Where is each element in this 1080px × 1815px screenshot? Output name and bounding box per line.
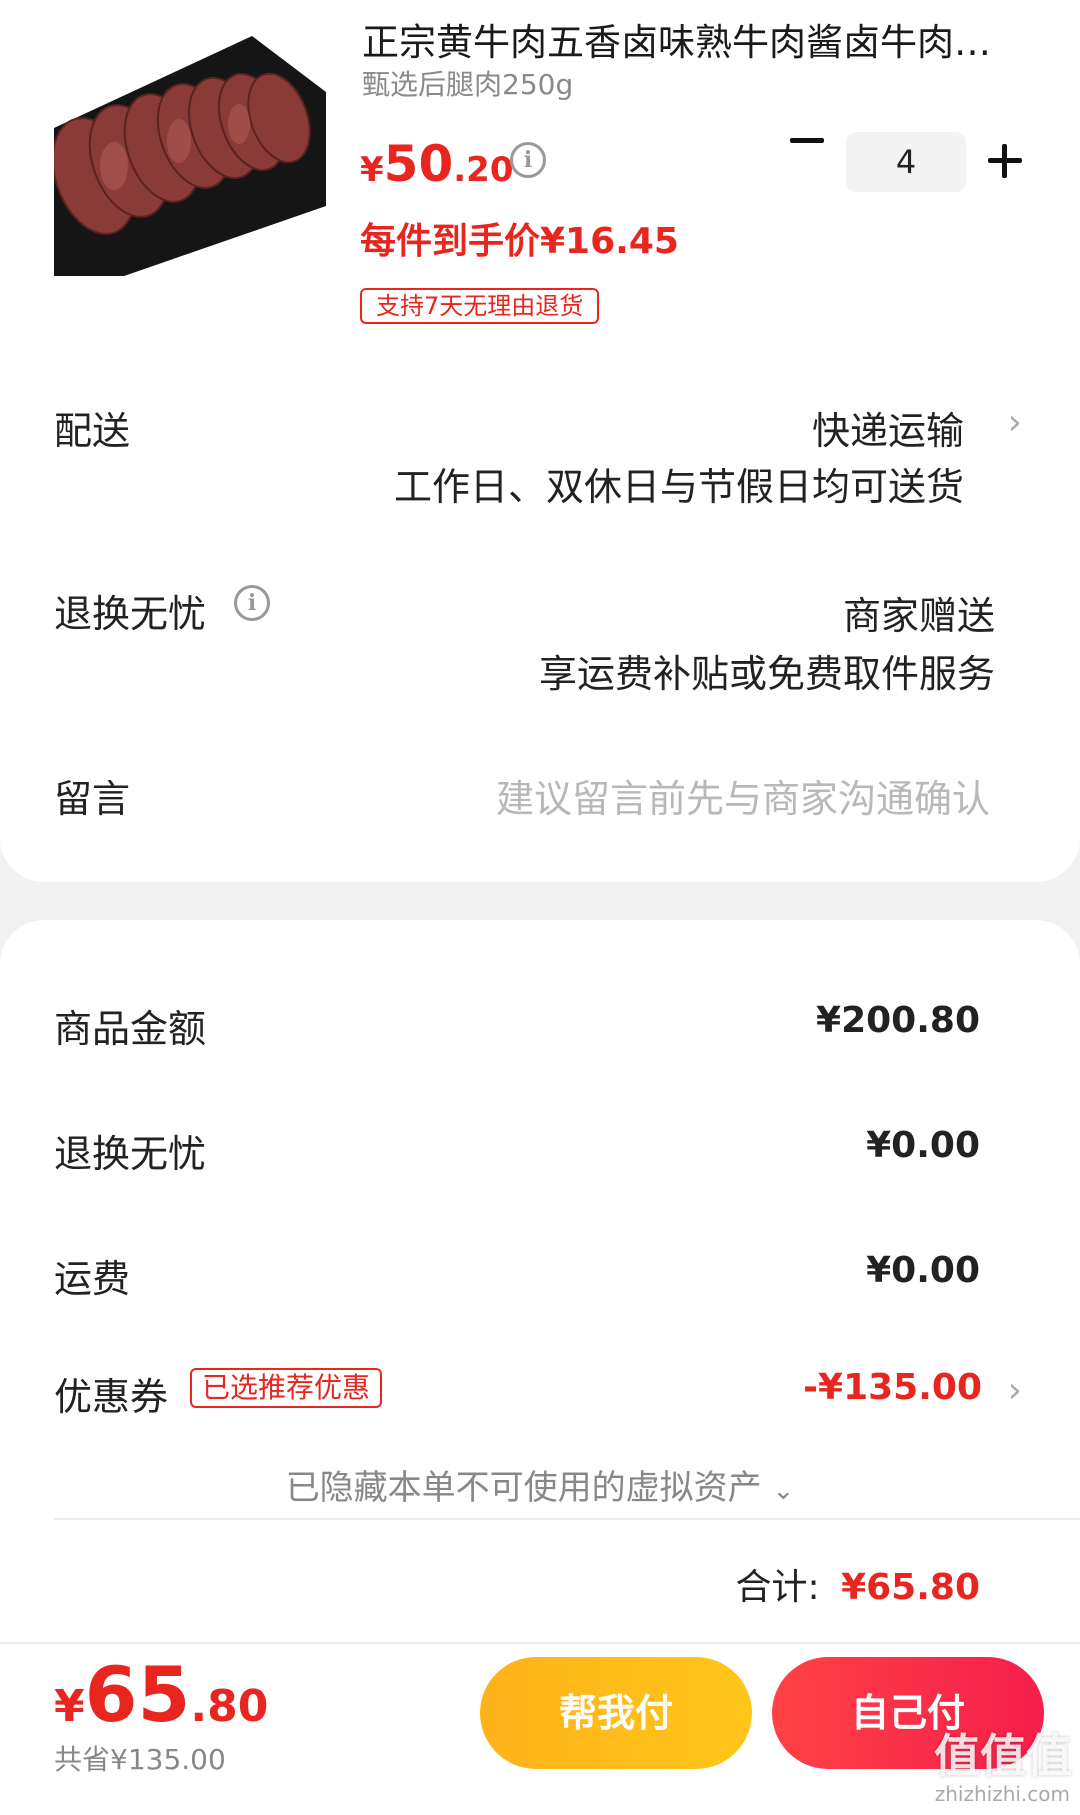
watermark-logo: 值值值	[934, 1729, 1072, 1783]
bottom-total-price: ¥65.80	[54, 1650, 268, 1739]
increase-quantity-button[interactable]	[988, 144, 1022, 178]
chevron-right-icon[interactable]: ›	[1008, 402, 1022, 443]
return-worry-label: 退换无忧	[54, 592, 207, 636]
coupon-value[interactable]: -¥135.00	[803, 1367, 982, 1408]
return-fee-value: ¥0.00	[866, 1125, 980, 1166]
hidden-assets-text: 已隐藏本单不可使用的虚拟资产	[285, 1468, 762, 1508]
product-title[interactable]: 正宗黄牛肉五香卤味熟牛肉酱卤牛肉…	[362, 12, 1022, 66]
message-label: 留言	[54, 777, 131, 821]
coupon-tag: 已选推荐优惠	[190, 1368, 383, 1408]
product-image[interactable]	[54, 36, 326, 276]
bottom-price-symbol: ¥	[54, 1681, 85, 1732]
shipping-label: 运费	[54, 1257, 131, 1301]
total-label: 合计:	[735, 1567, 820, 1608]
price-info-icon[interactable]: i	[510, 142, 546, 178]
summary-divider	[54, 1518, 1080, 1520]
return-worry-info-icon[interactable]: i	[234, 585, 270, 621]
shipping-value: ¥0.00	[866, 1250, 980, 1291]
watermark-url: zhizhizhi.com	[934, 1782, 1070, 1806]
product-price: ¥50.20	[360, 135, 514, 193]
hidden-assets-toggle[interactable]: 已隐藏本单不可使用的虚拟资产 ⌄	[0, 1460, 1080, 1509]
chevron-down-icon: ⌄	[772, 1476, 795, 1506]
return-policy-tag: 支持7天无理由退货	[360, 288, 600, 324]
help-me-pay-button[interactable]: 帮我付	[480, 1657, 752, 1769]
price-integer: 50	[383, 135, 454, 193]
return-fee-label: 退换无忧	[54, 1132, 207, 1176]
return-worry-value: 商家赠送	[842, 594, 995, 638]
bottom-price-integer: 65	[84, 1650, 191, 1739]
delivery-label: 配送	[54, 409, 131, 453]
saved-amount: 共省¥135.00	[54, 1743, 226, 1776]
total-row: 合计: ¥65.80	[735, 1558, 980, 1610]
return-worry-note: 享运费补贴或免费取件服务	[538, 652, 995, 696]
decrease-quantity-button[interactable]	[790, 138, 824, 143]
goods-amount-label: 商品金额	[54, 1007, 207, 1051]
message-input[interactable]: 建议留言前先与商家沟通确认	[496, 768, 990, 823]
price-decimal: .20	[453, 150, 514, 190]
product-spec[interactable]: 甄选后腿肉250g	[362, 63, 573, 103]
quantity-input[interactable]: 4	[846, 132, 966, 192]
unit-price: 每件到手价¥16.45	[360, 221, 679, 262]
coupon-label: 优惠券	[54, 1375, 169, 1419]
goods-amount-value: ¥200.80	[816, 1000, 980, 1041]
price-symbol: ¥	[360, 150, 384, 190]
coupon-chevron-icon[interactable]: ›	[1008, 1370, 1022, 1411]
total-value: ¥65.80	[841, 1567, 980, 1608]
delivery-note: 工作日、双休日与节假日均可送货	[393, 465, 964, 509]
delivery-method[interactable]: 快递运输	[812, 400, 964, 455]
bottom-price-decimal: .80	[190, 1681, 269, 1732]
